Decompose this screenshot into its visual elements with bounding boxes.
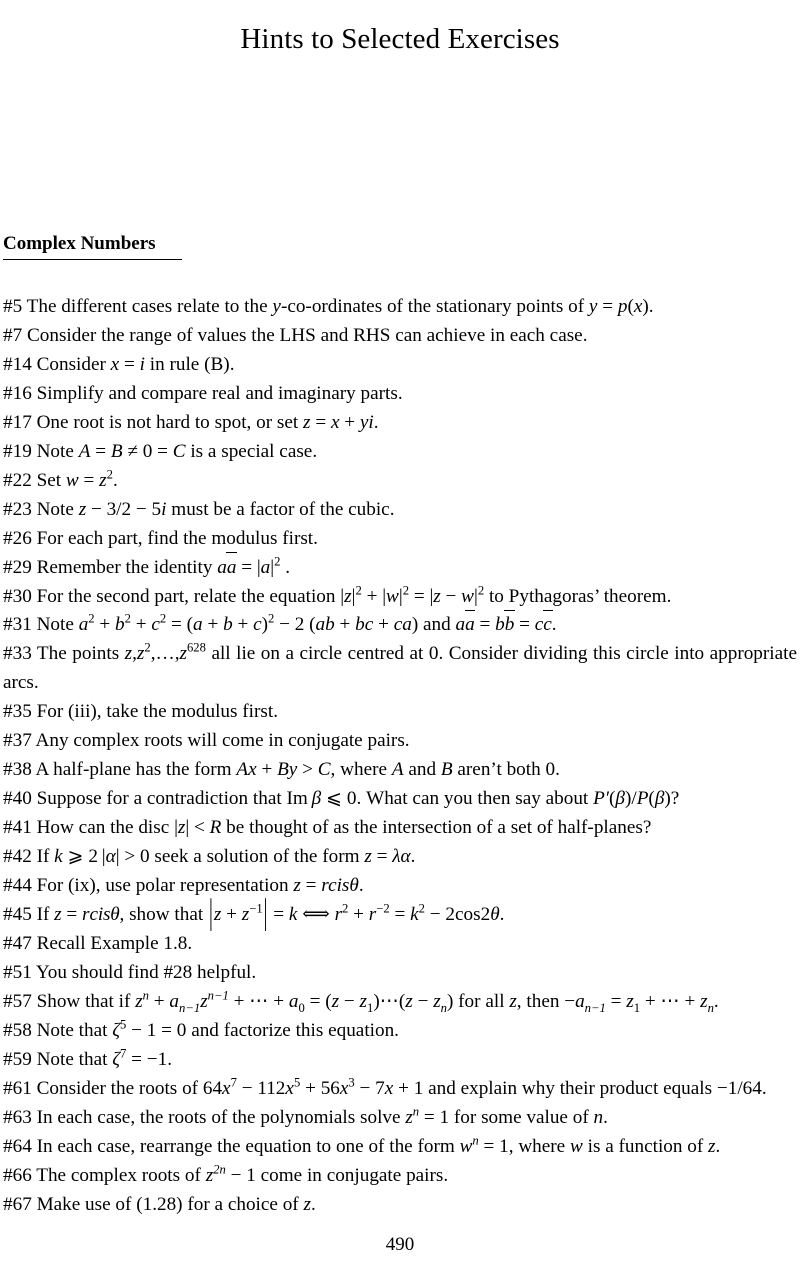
hint-item-51: #51 You should find #28 helpful. bbox=[3, 961, 257, 983]
hint-item-47: #47 Recall Example 1.8. bbox=[3, 932, 193, 954]
hint-item-59: #59 Note that ζ7 = −1. bbox=[3, 1046, 172, 1070]
hint-item-57: #57 Show that if zn + an−1zn−1 + ⋯ + a0 … bbox=[3, 988, 719, 1015]
hint-item-38: #38 A half-plane has the form Ax + By > … bbox=[3, 759, 560, 781]
page-number: 490 bbox=[385, 1234, 415, 1255]
hint-item-64: #64 In each case, rearrange the equation… bbox=[3, 1133, 721, 1157]
hint-item-23: #23 Note z − 3/2 − 5i must be a factor o… bbox=[3, 498, 395, 520]
hint-item-16: #16 Simplify and compare real and imagin… bbox=[3, 382, 403, 404]
hint-item-63: #63 In each case, the roots of the polyn… bbox=[3, 1104, 608, 1128]
hint-item-40: #40 Suppose for a contradiction that Im … bbox=[3, 788, 680, 810]
document-page: Hints to Selected Exercises Complex Numb… bbox=[0, 0, 800, 1272]
hint-item-22: #22 Set w = z2. bbox=[3, 467, 118, 491]
hint-item-7: #7 Consider the range of values the LHS … bbox=[3, 324, 588, 346]
hint-item-5: #5 The different cases relate to the y-c… bbox=[3, 296, 654, 317]
hint-item-42: #42 If k ⩾ 2 |α| > 0 seek a solution of … bbox=[3, 846, 416, 868]
hint-item-30: #30 For the second part, relate the equa… bbox=[3, 583, 672, 607]
hint-item-31: #31 Note a2 + b2 + c2 = (a + b + c)2 − 2… bbox=[3, 610, 797, 640]
hint-item-37: #37 Any complex roots will come in conju… bbox=[3, 730, 410, 752]
hint-item-44: #44 For (ix), use polar representation z… bbox=[3, 875, 364, 897]
section-heading-complex-numbers: Complex Numbers bbox=[3, 232, 182, 260]
page-title: Hints to Selected Exercises bbox=[240, 23, 560, 56]
hint-item-33: #33 The points z,z2,…,z628 all lie on a … bbox=[3, 641, 797, 694]
hint-item-45: #45 If z = rcisθ, show that |z + z−1| = … bbox=[3, 893, 505, 933]
hint-item-17: #17 One root is not hard to spot, or set… bbox=[3, 411, 379, 433]
hint-item-67: #67 Make use of (1.28) for a choice of z… bbox=[3, 1193, 316, 1215]
hint-item-29: #29 Remember the identity aa = |a|2 . bbox=[3, 552, 797, 583]
hints-list: #5 The different cases relate to the y-c… bbox=[3, 293, 797, 1220]
hint-item-26: #26 For each part, find the modulus firs… bbox=[3, 527, 318, 549]
hint-item-14: #14 Consider x = i in rule (B). bbox=[3, 353, 235, 375]
hint-item-61: #61 Consider the roots of 64x7 − 112x5 +… bbox=[3, 1075, 767, 1099]
hint-item-35: #35 For (iii), take the modulus first. bbox=[3, 701, 278, 723]
hint-item-66: #66 The complex roots of z2n − 1 come in… bbox=[3, 1162, 449, 1186]
hint-item-58: #58 Note that ζ5 − 1 = 0 and factorize t… bbox=[3, 1017, 399, 1041]
hint-item-41: #41 How can the disc |z| < R be thought … bbox=[3, 817, 652, 839]
hint-item-19: #19 Note A = B ≠ 0 = C is a special case… bbox=[3, 440, 318, 462]
